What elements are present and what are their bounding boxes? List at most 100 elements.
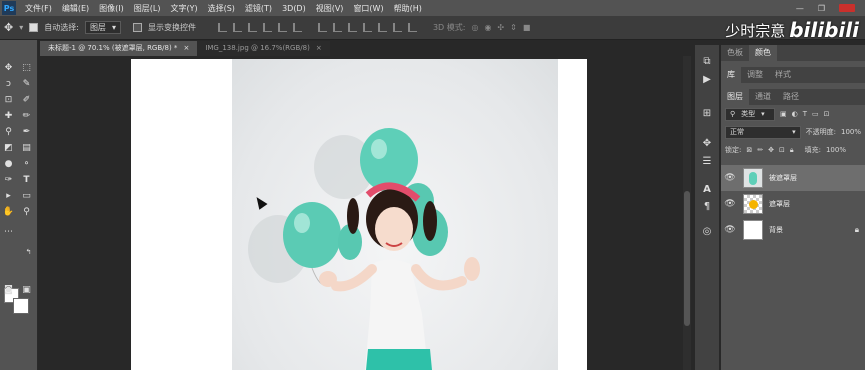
menu-edit[interactable]: 编辑(E): [57, 3, 94, 14]
menu-type[interactable]: 文字(Y): [165, 3, 202, 14]
distribute-bottom-icon[interactable]: [347, 23, 357, 32]
vertical-scrollbar[interactable]: [683, 56, 691, 370]
adjust-panel-icon[interactable]: ☰: [701, 155, 713, 167]
filter-smart-icon[interactable]: ⊡: [824, 110, 830, 118]
brushes-panel-icon[interactable]: ✥: [701, 137, 713, 149]
move-tool-icon[interactable]: ✥: [2, 62, 15, 74]
layer-row-mask[interactable]: 👁︎ 遮罩层: [721, 191, 865, 217]
menu-file[interactable]: 文件(F): [20, 3, 57, 14]
3d-slide-icon[interactable]: ⇕: [510, 23, 517, 32]
lock-artboard-icon[interactable]: ⊡: [779, 146, 785, 154]
layer-name[interactable]: 遮罩层: [769, 199, 790, 209]
auto-select-dropdown[interactable]: 图层 ▾: [84, 21, 121, 34]
crop-tool-icon[interactable]: ⊡: [2, 94, 15, 106]
align-left-icon[interactable]: [262, 23, 272, 32]
distribute-left-icon[interactable]: [362, 23, 372, 32]
scrollbar-thumb[interactable]: [684, 191, 690, 326]
tab-untitled-1[interactable]: 未标题-1 @ 70.1% (被遮罩层, RGB/8) * ×: [40, 41, 198, 56]
screen-mode-icon[interactable]: ▣: [20, 284, 33, 296]
eyedropper-tool-icon[interactable]: ✐: [20, 94, 33, 106]
document-canvas[interactable]: [131, 59, 587, 370]
hand-tool-icon[interactable]: ✋: [2, 206, 15, 218]
auto-align-icon[interactable]: [407, 23, 417, 32]
history-brush-tool-icon[interactable]: ✒: [20, 126, 33, 138]
3d-scale-icon[interactable]: ■: [523, 23, 531, 32]
close-icon[interactable]: ×: [316, 44, 322, 52]
quick-select-tool-icon[interactable]: ✎: [20, 78, 33, 90]
menu-window[interactable]: 窗口(W): [348, 3, 388, 14]
eraser-tool-icon[interactable]: ◩: [2, 142, 15, 154]
tool-preset-chevron-icon[interactable]: ▾: [19, 23, 23, 32]
3d-panel-icon[interactable]: ◎: [701, 225, 713, 237]
align-right-icon[interactable]: [292, 23, 302, 32]
filter-type-icon[interactable]: T: [803, 110, 807, 118]
marquee-tool-icon[interactable]: ⬚: [20, 62, 33, 74]
3d-orbit-icon[interactable]: ◎: [471, 23, 478, 32]
auto-select-checkbox[interactable]: [29, 23, 39, 32]
blend-mode-dropdown[interactable]: 正常 ▾: [725, 125, 801, 139]
opacity-value[interactable]: 100%: [841, 128, 861, 136]
gradient-tool-icon[interactable]: ▤: [20, 142, 33, 154]
tab-paths[interactable]: 路径: [777, 89, 805, 105]
paragraph-panel-icon[interactable]: ¶: [701, 200, 713, 212]
tab-swatches[interactable]: 色板: [721, 45, 749, 61]
visibility-eye-icon[interactable]: 👁︎: [721, 173, 739, 183]
close-icon[interactable]: ×: [183, 44, 189, 52]
rectangle-tool-icon[interactable]: ▭: [20, 190, 33, 202]
layer-name[interactable]: 被遮罩层: [769, 173, 797, 183]
distribute-vcenter-icon[interactable]: [332, 23, 342, 32]
tab-color[interactable]: 颜色: [749, 45, 777, 61]
dodge-tool-icon[interactable]: ⚬: [20, 158, 33, 170]
clone-stamp-tool-icon[interactable]: ⚲: [2, 126, 15, 138]
move-tool-icon[interactable]: ✥: [4, 21, 13, 34]
lasso-tool-icon[interactable]: ↄ: [2, 78, 15, 90]
distribute-hcenter-icon[interactable]: [377, 23, 387, 32]
menu-help[interactable]: 帮助(H): [389, 3, 427, 14]
path-select-tool-icon[interactable]: ▸: [2, 190, 15, 202]
more-tools-icon[interactable]: ⋯: [2, 226, 15, 238]
tab-img-138[interactable]: IMG_138.jpg @ 16.7%(RGB/8) ×: [197, 41, 330, 56]
tab-library[interactable]: 库: [721, 67, 741, 83]
tab-layers[interactable]: 图层: [721, 89, 749, 105]
properties-panel-icon[interactable]: ⊞: [701, 107, 713, 119]
photo-layer[interactable]: [232, 59, 558, 370]
tab-styles[interactable]: 样式: [769, 67, 797, 83]
menu-layer[interactable]: 图层(L): [129, 3, 166, 14]
quick-mask-icon[interactable]: ◙: [2, 284, 15, 296]
zoom-tool-icon[interactable]: ⚲: [20, 206, 33, 218]
align-top-icon[interactable]: [217, 23, 227, 32]
lock-pixels-icon[interactable]: ✏: [757, 146, 763, 154]
menu-image[interactable]: 图像(I): [94, 3, 129, 14]
type-tool-icon[interactable]: T: [20, 174, 33, 186]
align-bottom-icon[interactable]: [247, 23, 257, 32]
tab-channels[interactable]: 通道: [749, 89, 777, 105]
align-vcenter-icon[interactable]: [232, 23, 242, 32]
align-hcenter-icon[interactable]: [277, 23, 287, 32]
blur-tool-icon[interactable]: ●: [2, 158, 15, 170]
lock-transparent-icon[interactable]: ⊠: [746, 146, 752, 154]
swap-colors-icon[interactable]: ↰: [22, 246, 35, 258]
3d-pan-icon[interactable]: ✣: [497, 23, 504, 32]
lock-icon[interactable]: 🔒︎: [855, 225, 859, 235]
lock-all-icon[interactable]: 🔒︎: [790, 146, 794, 155]
layer-row-background[interactable]: 👁︎ 背景 🔒︎: [721, 217, 865, 243]
menu-3d[interactable]: 3D(D): [277, 4, 311, 13]
actions-panel-icon[interactable]: ▶: [701, 73, 713, 85]
history-panel-icon[interactable]: ⧉: [701, 55, 713, 67]
3d-roll-icon[interactable]: ◉: [484, 23, 491, 32]
background-color-swatch[interactable]: [13, 298, 29, 314]
menu-filter[interactable]: 滤镜(T): [240, 3, 277, 14]
menu-select[interactable]: 选择(S): [203, 3, 240, 14]
healing-brush-tool-icon[interactable]: ✚: [2, 110, 15, 122]
layer-name[interactable]: 背景: [769, 225, 783, 235]
canvas-area[interactable]: [40, 56, 683, 370]
filter-adjust-icon[interactable]: ◐: [792, 110, 798, 118]
minimize-icon[interactable]: —: [796, 4, 804, 13]
brush-tool-icon[interactable]: ✏: [20, 110, 33, 122]
tab-adjustments[interactable]: 调整: [741, 67, 769, 83]
visibility-eye-icon[interactable]: 👁︎: [721, 225, 739, 235]
distribute-right-icon[interactable]: [392, 23, 402, 32]
fill-value[interactable]: 100%: [826, 146, 846, 154]
menu-view[interactable]: 视图(V): [311, 3, 349, 14]
filter-pixel-icon[interactable]: ▣: [780, 110, 787, 118]
